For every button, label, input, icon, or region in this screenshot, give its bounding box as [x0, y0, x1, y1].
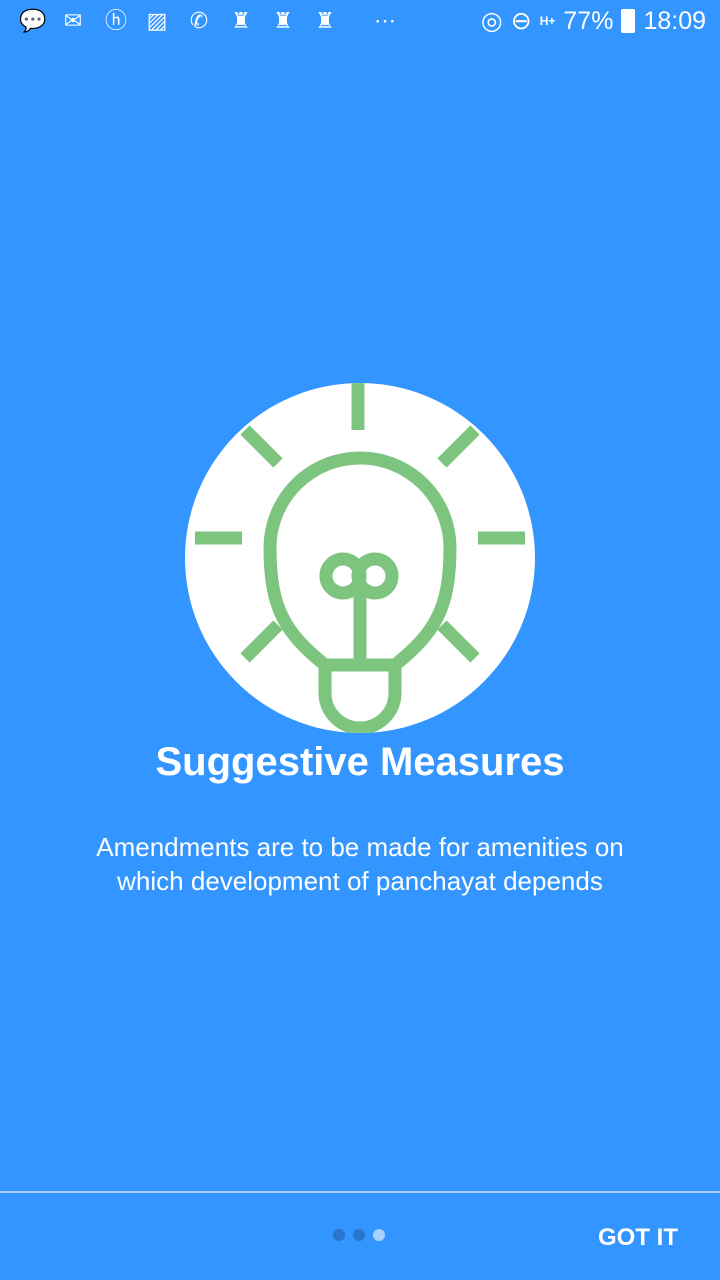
slide-description: Amendments are to be made for amenities … — [96, 832, 624, 896]
whatsapp-icon: ✆ — [189, 8, 209, 33]
battery-icon — [621, 9, 636, 33]
hotspot-icon: ◎ — [480, 7, 503, 35]
got-it-button[interactable]: GOT IT — [598, 1224, 678, 1252]
do-not-disturb-icon: ⊖ — [510, 7, 532, 35]
lightbulb-icon — [195, 383, 525, 733]
clock: 18:09 — [643, 6, 706, 35]
illustration-circle — [185, 383, 535, 733]
page-dot[interactable] — [333, 1229, 345, 1241]
page-dot-active[interactable] — [373, 1229, 385, 1241]
slide-title: Suggestive Measures — [155, 740, 565, 784]
status-bar: 💬 ✉ ⓗ ▨ ✆ ♜ ♜ ♜ ⋯ ◎ ⊖ H+ 77% 18:09 — [0, 0, 720, 45]
page-indicator — [333, 1229, 385, 1241]
footer-divider — [0, 1191, 720, 1193]
gallery-icon: ▨ — [146, 8, 168, 33]
hike-icon: ⓗ — [104, 8, 127, 33]
message-icon: 💬 — [19, 8, 47, 33]
app-crown-icon: ♜ — [315, 8, 335, 33]
more-icon: ⋯ — [374, 8, 396, 33]
gmail-icon: ✉ — [63, 8, 83, 33]
battery-percent: 77% — [563, 6, 614, 35]
page-dot[interactable] — [353, 1229, 365, 1241]
signal-icon: H+ — [539, 14, 556, 28]
app-crown-icon: ♜ — [273, 8, 293, 33]
app-crown-icon: ♜ — [231, 8, 251, 33]
